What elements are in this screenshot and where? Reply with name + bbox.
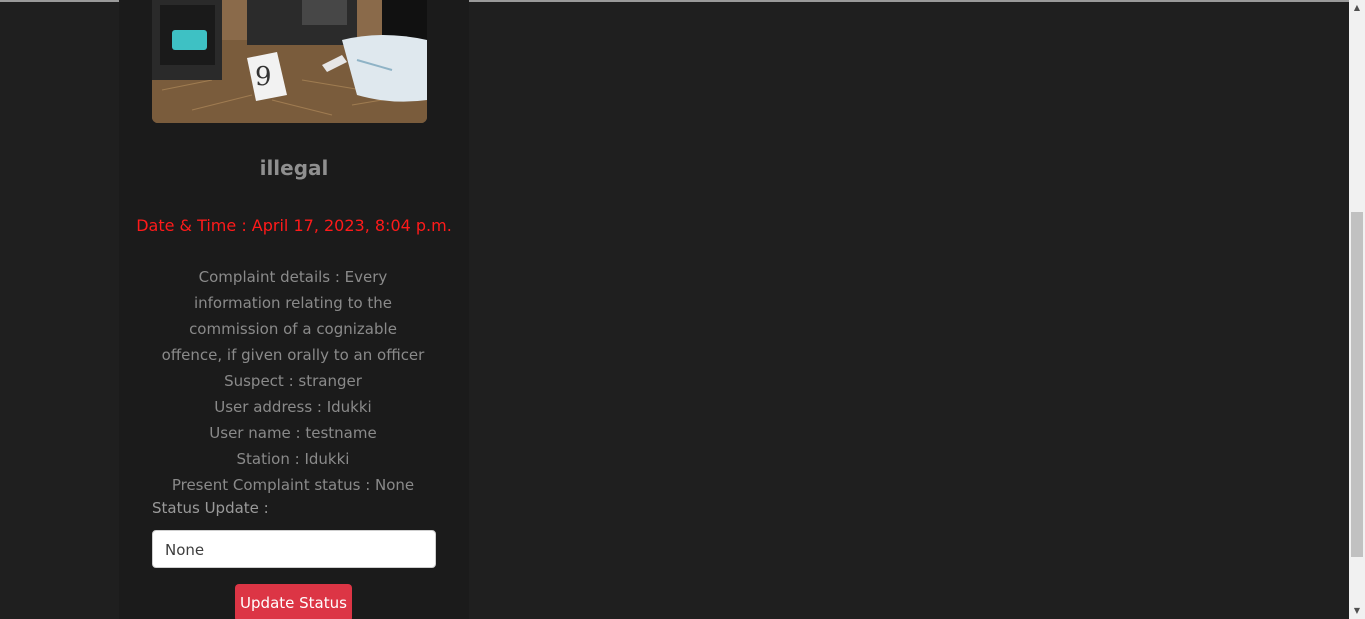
- suspect-text: Suspect : stranger: [224, 372, 362, 390]
- complaint-details-text: Complaint details : Every information re…: [161, 268, 425, 364]
- user-name-text: User name : testname: [209, 424, 377, 442]
- user-address-text: User address : Idukki: [214, 398, 372, 416]
- scroll-thumb[interactable]: [1351, 212, 1363, 557]
- svg-text:9: 9: [255, 62, 272, 92]
- update-status-button[interactable]: Update Status: [235, 584, 352, 619]
- present-status-text: Present Complaint status : None: [171, 476, 415, 494]
- complaint-title: illegal: [259, 156, 329, 180]
- complaint-datetime: Date & Time : April 17, 2023, 8:04 p.m.: [136, 216, 452, 235]
- scroll-down-icon[interactable]: ▼: [1349, 603, 1365, 619]
- complaint-details: Complaint details : Every information re…: [157, 264, 429, 498]
- complaint-card: 9 illegal Date & Time : April 17, 2023, …: [119, 0, 469, 619]
- status-update-label: Status Update :: [152, 499, 269, 517]
- page-scrollbar[interactable]: ▲ ▼: [1349, 0, 1365, 619]
- crime-scene-image: 9: [152, 0, 427, 123]
- status-select[interactable]: None: [152, 530, 436, 568]
- station-text: Station : Idukki: [236, 450, 350, 468]
- scroll-up-icon[interactable]: ▲: [1349, 0, 1365, 16]
